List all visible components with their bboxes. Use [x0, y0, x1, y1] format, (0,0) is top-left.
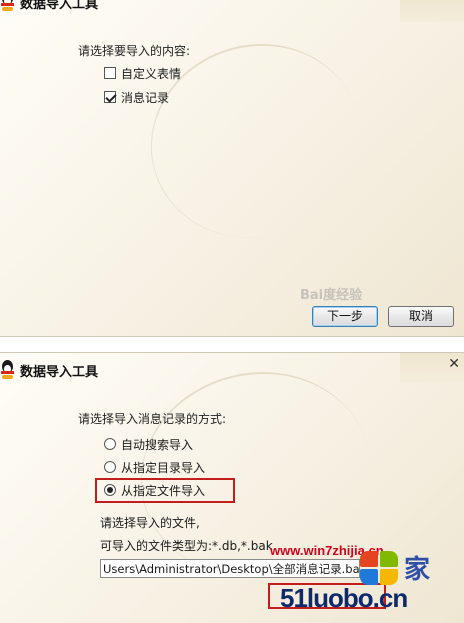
qq-penguin-icon: [0, 360, 14, 380]
watermark-brand: 51luobo.cn: [280, 583, 408, 613]
title-bar: 数据导入工具 ✕: [0, 355, 464, 385]
title-bar: 数据导入工具: [0, 0, 464, 17]
content-prompt: 请选择要导入的内容:: [78, 44, 191, 58]
radio-icon[interactable]: [104, 461, 116, 473]
option-from-directory[interactable]: 从指定目录导入: [104, 459, 205, 475]
checkbox-icon[interactable]: [104, 67, 116, 79]
option-label: 消息记录: [121, 90, 170, 105]
dialog-content-selection: 数据导入工具 请选择要导入的内容: 自定义表情 消息记录 Bai度经验 下一步 …: [0, 0, 464, 337]
radio-icon[interactable]: [104, 438, 116, 450]
file-prompt: 请选择导入的文件,: [100, 516, 200, 530]
qq-penguin-icon: [0, 0, 14, 12]
watermark-side-char: 家: [404, 555, 431, 585]
cancel-button[interactable]: 取消: [388, 306, 454, 327]
option-label: 自动搜索导入: [121, 437, 194, 452]
checkbox-checked-icon[interactable]: [104, 91, 116, 103]
close-icon[interactable]: ✕: [448, 356, 460, 372]
windows-logo-icon: [360, 551, 400, 587]
option-auto-search[interactable]: 自动搜索导入: [104, 436, 193, 452]
window-title: 数据导入工具: [20, 0, 99, 12]
window-title: 数据导入工具: [20, 365, 99, 380]
file-types-note: 可导入的文件类型为:*.db,*.bak: [100, 539, 273, 553]
file-path-field[interactable]: Users\Administrator\Desktop\全部消息记录.bak: [100, 559, 360, 578]
baidu-jingyan-watermark: Bai度经验: [300, 288, 363, 303]
method-prompt: 请选择导入消息记录的方式:: [78, 412, 227, 426]
dialog-import-method: 数据导入工具 ✕ 请选择导入消息记录的方式: 自动搜索导入 从指定目录导入 从指…: [0, 352, 464, 623]
next-button[interactable]: 下一步: [312, 306, 378, 327]
option-custom-emoticons[interactable]: 自定义表情: [104, 65, 181, 81]
option-label: 从指定目录导入: [121, 460, 206, 475]
option-message-records[interactable]: 消息记录: [104, 89, 169, 105]
option-label: 自定义表情: [121, 66, 182, 81]
highlight-box: [95, 478, 235, 503]
screenshot-separator: [0, 337, 464, 352]
